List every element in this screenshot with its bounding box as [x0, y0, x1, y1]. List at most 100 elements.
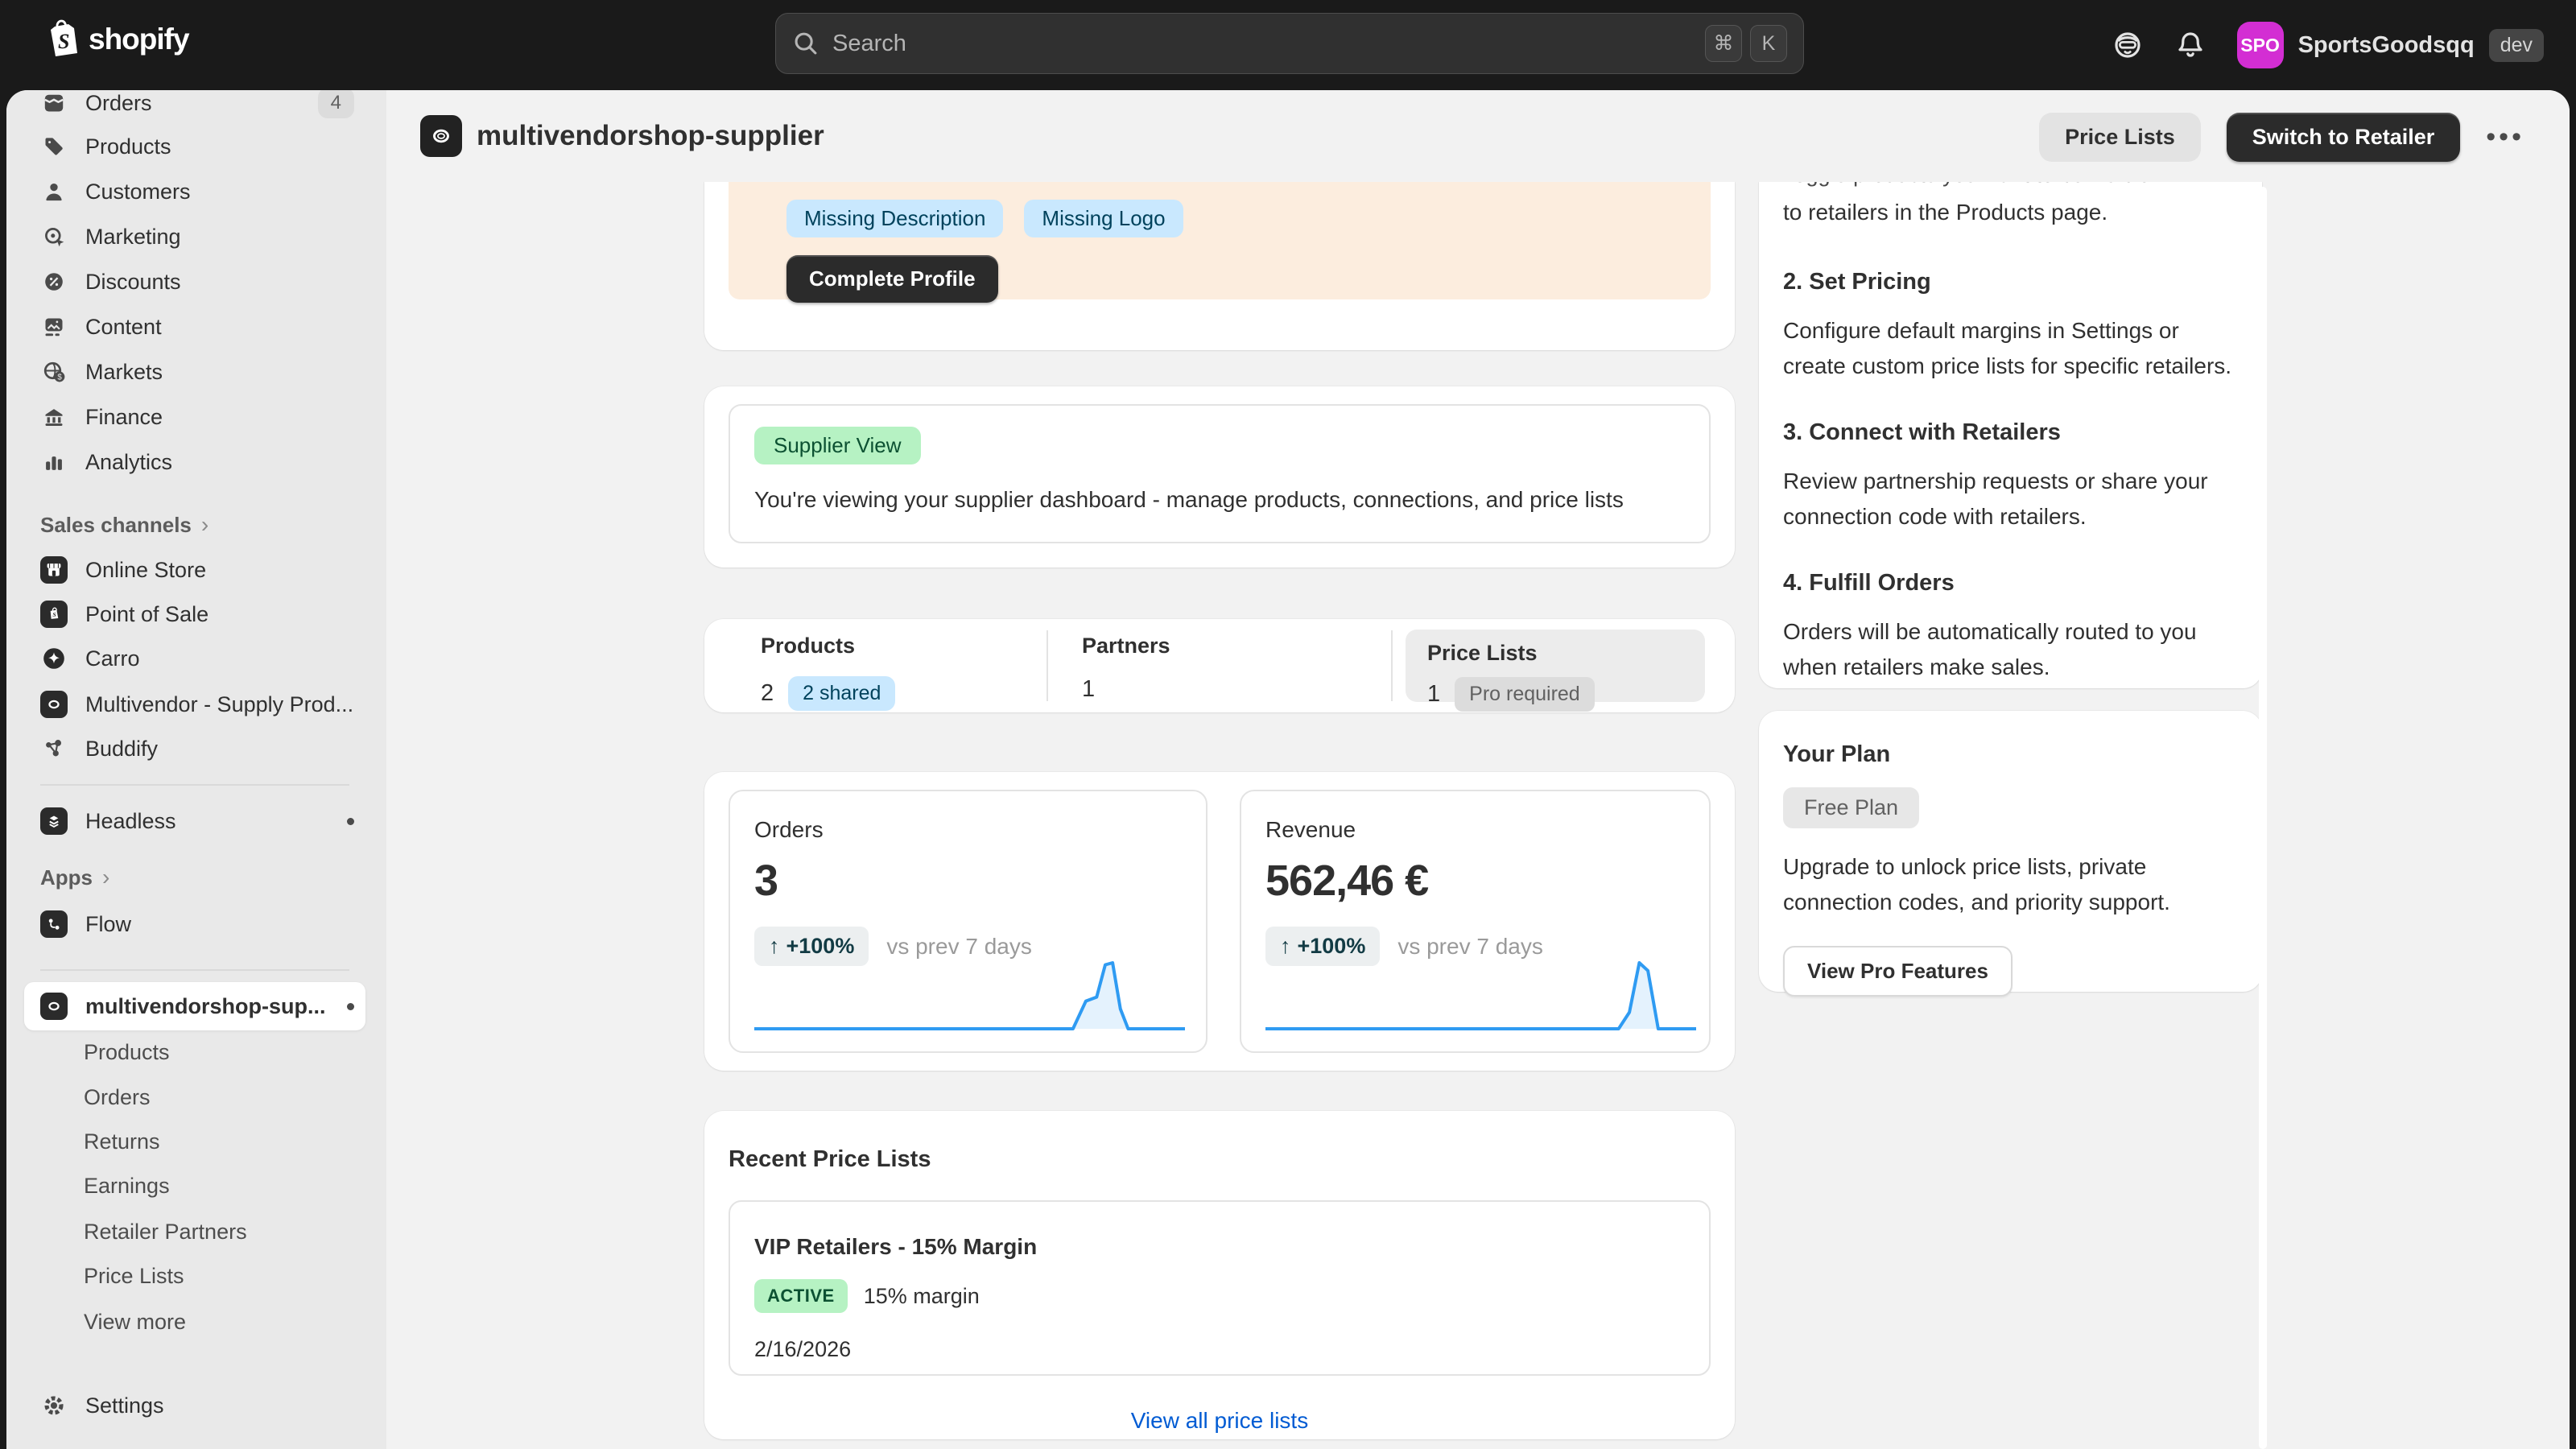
discounts-icon [40, 268, 68, 295]
search-input[interactable] [832, 31, 1697, 57]
sidebar-item-flow[interactable]: Flow [24, 903, 365, 945]
stat-price-lists[interactable]: Price Lists 1 Pro required [1406, 630, 1705, 702]
setup-step-2-body: Configure default margins in Settings or… [1783, 313, 2238, 384]
clipped-text-line: Toggle products you want to be visible [1783, 182, 2238, 195]
sidebar-subitem-price-lists[interactable]: Price Lists [24, 1256, 365, 1296]
markets-globe-icon: $ [40, 358, 68, 386]
price-list-date: 2/16/2026 [754, 1337, 1685, 1362]
revenue-compare-label: vs prev 7 days [1397, 934, 1543, 960]
setup-guide-card: Toggle products you want to be visible t… [1759, 182, 2262, 688]
apps-header[interactable]: Apps › [40, 865, 109, 890]
topbar-actions: SPO SportsGoodsqq dev [2112, 0, 2544, 90]
sidebar-item-products[interactable]: Products [24, 126, 365, 167]
shared-products-badge: 2 shared [788, 676, 895, 711]
more-actions-button[interactable]: ••• [2486, 122, 2524, 153]
user-menu[interactable]: SPO SportsGoodsqq dev [2237, 22, 2544, 68]
notification-dot [347, 1003, 354, 1010]
price-lists-button[interactable]: Price Lists [2039, 113, 2201, 162]
sidebar-subitem-retailer-partners[interactable]: Retailer Partners [24, 1212, 365, 1252]
price-lists-count: 1 [1427, 681, 1440, 708]
sidebar-item-store-app[interactable]: multivendorshop-sup... [24, 982, 365, 1030]
global-search[interactable]: ⌘ K [775, 13, 1804, 74]
svg-text:S: S [52, 611, 56, 618]
orders-sparkline [754, 958, 1185, 1032]
customers-icon [40, 178, 68, 205]
products-count: 2 [761, 680, 774, 707]
sidebar-subitem-products[interactable]: Products [24, 1032, 365, 1072]
stats-card: Products 2 2 shared Partners 1 [704, 619, 1735, 712]
switch-to-retailer-button[interactable]: Switch to Retailer [2227, 113, 2461, 162]
sales-channels-header[interactable]: Sales channels › [40, 512, 208, 538]
notification-dot [347, 818, 354, 825]
sidebar-subitem-orders[interactable]: Orders [24, 1077, 365, 1117]
dev-mode-icon[interactable] [2112, 29, 2144, 61]
stat-partners: Partners 1 [1046, 619, 1391, 712]
chevron-right-icon: › [201, 512, 208, 538]
sidebar-item-discounts[interactable]: Discounts [24, 261, 365, 303]
sidebar-item-headless[interactable]: Headless [24, 800, 365, 842]
sidebar-item-finance[interactable]: Finance [24, 396, 365, 438]
shopify-logo-text: shopify [89, 23, 189, 56]
sidebar-subitem-view-more[interactable]: View more [24, 1302, 365, 1342]
missing-logo-badge: Missing Logo [1024, 200, 1183, 237]
supplier-view-badge: Supplier View [754, 427, 921, 464]
revenue-metric-value: 562,46 € [1265, 856, 1685, 906]
your-plan-card: Your Plan Free Plan Upgrade to unlock pr… [1759, 711, 2262, 992]
shortcut-k-key: K [1750, 25, 1787, 62]
sidebar-subitem-earnings[interactable]: Earnings [24, 1166, 365, 1206]
active-status-badge: ACTIVE [754, 1279, 848, 1313]
sidebar-item-marketing[interactable]: Marketing [24, 216, 365, 258]
complete-profile-button[interactable]: Complete Profile [786, 255, 998, 303]
orders-icon [40, 90, 68, 117]
missing-description-badge: Missing Description [786, 200, 1003, 237]
sidebar-item-settings[interactable]: Settings [24, 1385, 365, 1426]
sidebar-divider [40, 969, 349, 971]
revenue-metric-label: Revenue [1265, 817, 1685, 843]
sidebar-item-orders[interactable]: Orders 4 [24, 90, 365, 124]
analytics-bars-icon [40, 448, 68, 476]
products-tag-icon [40, 133, 68, 160]
point-of-sale-icon: S [40, 601, 68, 628]
sidebar-item-point-of-sale[interactable]: S Point of Sale [24, 593, 365, 635]
sidebar-item-content[interactable]: Content [24, 306, 365, 348]
orders-compare-label: vs prev 7 days [886, 934, 1032, 960]
view-all-price-lists-link[interactable]: View all price lists [1131, 1408, 1308, 1433]
metrics-card: Orders 3 ↑ +100% vs prev 7 days [704, 772, 1735, 1071]
content-image-icon [40, 313, 68, 341]
flow-icon [40, 910, 68, 938]
arrow-up-icon: ↑ [769, 934, 780, 959]
price-list-item[interactable]: VIP Retailers - 15% Margin ACTIVE 15% ma… [729, 1200, 1711, 1376]
finance-bank-icon [40, 403, 68, 431]
orders-metric-value: 3 [754, 856, 1182, 906]
view-pro-features-button[interactable]: View Pro Features [1783, 946, 2013, 997]
search-icon [792, 30, 819, 57]
setup-intro-tail: to retailers in the Products page. [1783, 195, 2238, 230]
shopify-bag-icon: S [45, 19, 80, 60]
buddify-icon [40, 735, 68, 762]
sidebar-item-markets[interactable]: $ Markets [24, 351, 365, 393]
store-name: SportsGoodsqq [2298, 32, 2475, 59]
avatar: SPO [2237, 22, 2284, 68]
shopify-logo[interactable]: S shopify [45, 19, 189, 60]
recent-price-lists-title: Recent Price Lists [729, 1146, 1711, 1173]
scrollbar[interactable] [2259, 187, 2267, 1449]
sidebar-item-buddify[interactable]: Buddify [24, 728, 365, 770]
free-plan-badge: Free Plan [1783, 787, 1919, 828]
sidebar-item-customers[interactable]: Customers [24, 171, 365, 213]
setup-step-2-title: 2. Set Pricing [1783, 269, 2238, 295]
sidebar-item-multivendor[interactable]: Multivendor - Supply Prod... [24, 683, 365, 725]
settings-gear-icon [40, 1392, 68, 1419]
dashboard-scroll-area[interactable]: Missing Description Missing Logo Complet… [386, 182, 2570, 1449]
orders-count-badge: 4 [318, 90, 354, 118]
svg-text:$: $ [57, 373, 62, 382]
sidebar-item-carro[interactable]: Carro [24, 638, 365, 679]
sidebar-divider [40, 784, 349, 786]
setup-step-4-body: Orders will be automatically routed to y… [1783, 614, 2238, 685]
sidebar-item-online-store[interactable]: Online Store [24, 549, 365, 591]
notifications-bell-icon[interactable] [2174, 29, 2207, 61]
multivendor-icon [40, 691, 68, 718]
warning-banner: Missing Description Missing Logo Complet… [729, 182, 1711, 299]
chevron-right-icon: › [102, 865, 109, 890]
sidebar-subitem-returns[interactable]: Returns [24, 1121, 365, 1162]
sidebar-item-analytics[interactable]: Analytics [24, 441, 365, 483]
